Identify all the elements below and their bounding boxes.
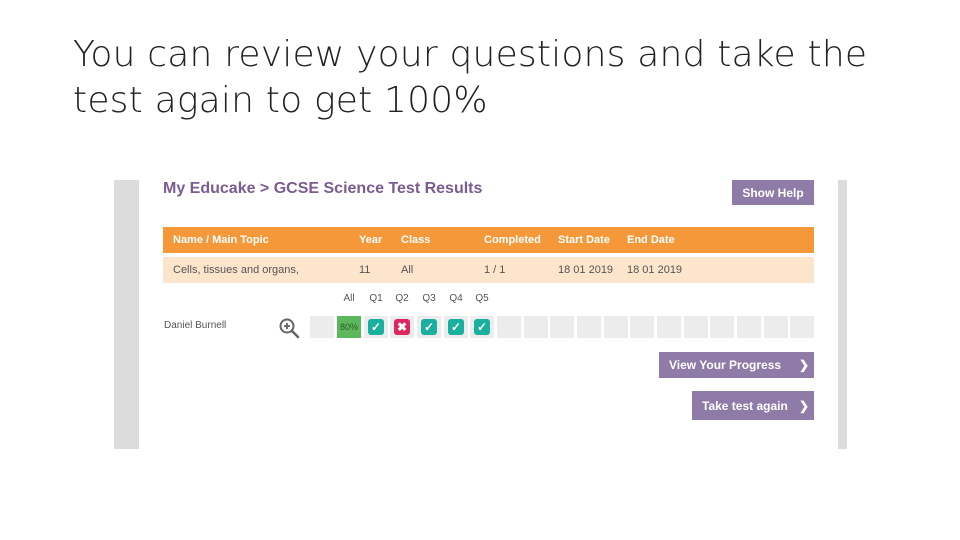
- zoom-in-icon[interactable]: [278, 317, 300, 339]
- view-progress-button[interactable]: View Your Progress ❯: [659, 352, 814, 378]
- grid-cell-empty: [604, 316, 628, 338]
- grid-cell-empty: [310, 316, 334, 338]
- grid-cell-empty: [497, 316, 521, 338]
- results-table-header: Name / Main Topic Year Class Completed S…: [163, 227, 814, 253]
- grid-cell-empty: [710, 316, 734, 338]
- answer-cell-q5[interactable]: ✓: [470, 316, 494, 338]
- grid-cell-empty: [790, 316, 814, 338]
- grid-cell-empty: [524, 316, 548, 338]
- grid-cell-empty: [550, 316, 574, 338]
- cell-year: 11: [359, 264, 371, 276]
- cell-completed: 1 / 1: [484, 264, 506, 276]
- correct-check-icon: ✓: [368, 319, 384, 335]
- left-gutter: [114, 180, 139, 449]
- answer-cell-q4[interactable]: ✓: [444, 316, 468, 338]
- student-name[interactable]: Daniel Burnell: [164, 320, 226, 331]
- grid-cell-empty: [630, 316, 654, 338]
- take-test-again-button[interactable]: Take test again ❯: [692, 391, 814, 420]
- column-q4: Q4: [449, 293, 463, 304]
- grid-cell-empty: [737, 316, 761, 338]
- right-scrollbar[interactable]: [838, 180, 847, 449]
- show-help-button[interactable]: Show Help: [732, 180, 814, 205]
- table-row[interactable]: Cells, tissues and organs, 11 All 1 / 1 …: [163, 257, 814, 283]
- header-end-date[interactable]: End Date: [627, 227, 675, 253]
- grid-cell-empty: [684, 316, 708, 338]
- page-heading: My Educake > GCSE Science Test Results: [163, 180, 483, 197]
- cell-start-date: 18 01 2019: [558, 264, 614, 276]
- grid-cell-empty: [764, 316, 788, 338]
- header-start-date[interactable]: Start Date: [558, 227, 610, 253]
- educake-screenshot: My Educake > GCSE Science Test Results S…: [114, 180, 847, 449]
- answer-cell-q3[interactable]: ✓: [417, 316, 441, 338]
- chevron-right-icon: ❯: [798, 358, 810, 372]
- column-q3: Q3: [422, 293, 436, 304]
- take-test-again-label: Take test again: [702, 398, 788, 413]
- cell-topic: Cells, tissues and organs,: [173, 264, 299, 276]
- column-q1: Q1: [369, 293, 383, 304]
- column-all: All: [343, 293, 355, 304]
- incorrect-cross-icon: ✖: [394, 319, 410, 335]
- grid-cell-empty: [577, 316, 601, 338]
- header-name-topic[interactable]: Name / Main Topic: [173, 227, 269, 253]
- correct-check-icon: ✓: [421, 319, 437, 335]
- header-year[interactable]: Year: [359, 227, 382, 253]
- correct-check-icon: ✓: [474, 319, 490, 335]
- chevron-right-icon: ❯: [798, 398, 810, 413]
- correct-check-icon: ✓: [448, 319, 464, 335]
- column-q2: Q2: [395, 293, 409, 304]
- cell-end-date: 18 01 2019: [627, 264, 683, 276]
- score-cell[interactable]: 80%: [337, 316, 361, 338]
- grid-cell-empty: [657, 316, 681, 338]
- cell-class: All: [401, 264, 414, 276]
- answer-cell-q1[interactable]: ✓: [364, 316, 388, 338]
- slide-title: You can review your questions and take t…: [73, 34, 868, 121]
- header-completed[interactable]: Completed: [484, 227, 541, 253]
- view-progress-label: View Your Progress: [669, 358, 782, 372]
- column-q5: Q5: [475, 293, 489, 304]
- header-class[interactable]: Class: [401, 227, 430, 253]
- answer-cell-q2[interactable]: ✖: [390, 316, 414, 338]
